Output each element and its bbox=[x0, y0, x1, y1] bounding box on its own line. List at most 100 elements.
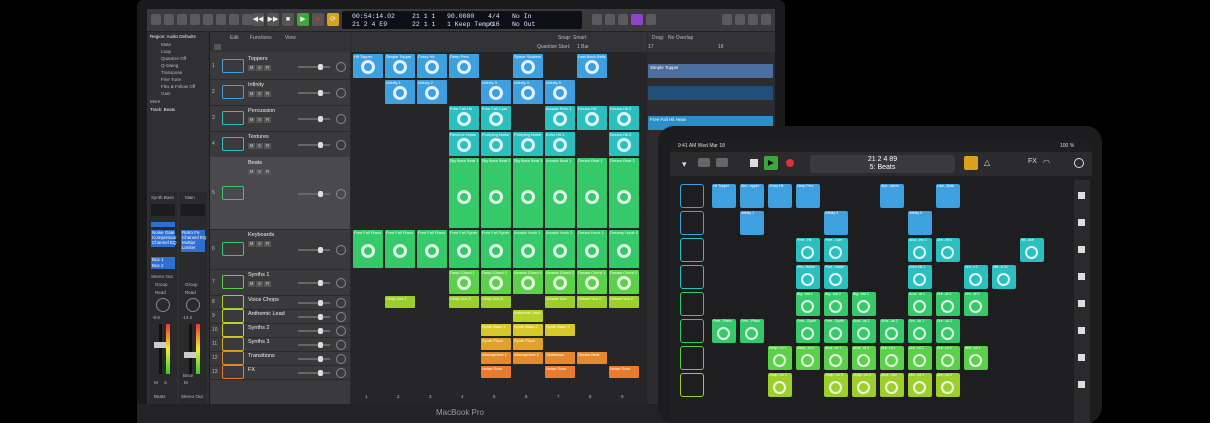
solo-button[interactable]: S bbox=[256, 281, 263, 287]
clip-cell[interactable]: Dre...ox 1 bbox=[908, 373, 932, 397]
slider-handle[interactable] bbox=[318, 280, 323, 286]
track-header[interactable]: Track: Beats bbox=[150, 107, 175, 112]
record-enable-button[interactable]: R bbox=[264, 169, 271, 175]
track-header-row[interactable]: 6 Keyboards M S R bbox=[210, 229, 350, 270]
pan-knob[interactable] bbox=[336, 278, 346, 288]
clip-cell[interactable]: Arcade Vox bbox=[545, 296, 575, 308]
clip-cell[interactable]: Dream Vox 2 bbox=[609, 296, 639, 308]
clip-cell[interactable]: Synth Pluck bbox=[481, 338, 511, 350]
bounce-button[interactable]: Bnce bbox=[183, 373, 193, 378]
scene-trigger[interactable]: 2 bbox=[397, 394, 400, 399]
scene-trigger[interactable]: 5 bbox=[493, 394, 496, 399]
scene-trigger-icon[interactable] bbox=[1078, 300, 1085, 307]
slider-handle[interactable] bbox=[318, 342, 323, 348]
scene-trigger[interactable]: 6 bbox=[525, 394, 528, 399]
clip-cell[interactable]: Big Bass Beat 3 bbox=[513, 158, 543, 228]
clip-cell[interactable]: Dre...t 2 bbox=[964, 265, 988, 289]
pan-knob[interactable] bbox=[336, 140, 346, 150]
clip-cell[interactable]: Infinity 2 bbox=[417, 80, 447, 104]
clip-cell[interactable]: Free...Piano bbox=[740, 319, 764, 343]
clip-cell[interactable]: Atmosphere 2 bbox=[513, 352, 543, 364]
add-track-icon[interactable] bbox=[214, 44, 221, 50]
scene-trigger[interactable]: 4 bbox=[461, 394, 464, 399]
clip-cell[interactable]: Synth Pluck bbox=[513, 338, 543, 350]
clip-cell[interactable]: Deep Perc bbox=[449, 54, 479, 78]
volume-slider[interactable] bbox=[298, 342, 330, 348]
clip-cell[interactable]: Deep Chord 1 bbox=[449, 270, 479, 294]
clip-cell[interactable]: Chop Vox 4 bbox=[481, 296, 511, 308]
clip-cell[interactable]: Free Fall Hit bbox=[449, 106, 479, 130]
clip-cell[interactable]: Infinity 5 bbox=[545, 80, 575, 104]
metronome-icon[interactable]: △ bbox=[984, 158, 990, 167]
solo-button[interactable]: S bbox=[164, 380, 167, 385]
clip-cell[interactable]: Arcade Chord 2 bbox=[545, 270, 575, 294]
loops-icon[interactable] bbox=[748, 14, 758, 25]
solo-button[interactable]: S bbox=[256, 143, 263, 149]
clip-cell[interactable]: Noise Riser bbox=[545, 366, 575, 378]
instrument-icon[interactable] bbox=[680, 265, 704, 289]
clip-cell[interactable]: Infinity 1 bbox=[740, 211, 764, 235]
solo-button[interactable]: S bbox=[256, 65, 263, 71]
volume-slider[interactable] bbox=[298, 370, 330, 376]
eq-thumbnail[interactable] bbox=[151, 204, 175, 216]
clip-cell[interactable]: Dreamy Hook 2 bbox=[609, 230, 639, 268]
clip-cell[interactable]: Chop...ox 3 bbox=[824, 373, 848, 397]
instrument-icon[interactable] bbox=[680, 238, 704, 262]
mute-button[interactable]: M bbox=[248, 241, 255, 247]
scene-trigger[interactable]: 9 bbox=[621, 394, 624, 399]
output-slot[interactable]: Stereo Out bbox=[151, 274, 173, 279]
clip-cell[interactable]: Big...eat 3 bbox=[852, 292, 876, 316]
instrument-icon[interactable] bbox=[680, 184, 704, 208]
settings-icon[interactable] bbox=[1074, 158, 1084, 168]
automation-mode[interactable]: Read bbox=[185, 290, 196, 295]
scene-trigger-icon[interactable] bbox=[1078, 273, 1085, 280]
record-enable-button[interactable]: R bbox=[264, 281, 271, 287]
clip-cell[interactable]: Big...eat 2 bbox=[824, 292, 848, 316]
clip-cell[interactable]: Dre...at 1 bbox=[936, 292, 960, 316]
mute-button[interactable]: M bbox=[248, 65, 255, 71]
record-enable-button[interactable]: R bbox=[264, 65, 271, 71]
functions-menu[interactable]: Functions bbox=[250, 35, 272, 41]
clip-cell[interactable]: Dream Hook 1 bbox=[577, 230, 607, 268]
clip-cell[interactable]: Arca...ok 1 bbox=[852, 319, 876, 343]
record-enable-button[interactable]: R bbox=[264, 241, 271, 247]
clip-cell[interactable]: Arca...ok 2 bbox=[880, 319, 904, 343]
mixer-icon[interactable] bbox=[216, 14, 226, 25]
mute-button[interactable]: M bbox=[184, 380, 188, 385]
volume-icon[interactable] bbox=[646, 14, 656, 25]
clip-cell[interactable]: Dream Chord 2 bbox=[609, 270, 639, 294]
region-header[interactable]: Region: Audio Defaults bbox=[150, 34, 196, 39]
clip-cell[interactable]: Dre...rd 3 bbox=[936, 346, 960, 370]
clip-cell[interactable]: Hit Topper bbox=[712, 184, 736, 208]
volume-slider[interactable] bbox=[298, 116, 330, 122]
volume-slider[interactable] bbox=[298, 247, 330, 253]
scissors-icon[interactable] bbox=[242, 14, 252, 25]
view-icon[interactable] bbox=[698, 158, 710, 167]
record-enable-button[interactable]: R bbox=[264, 91, 271, 97]
clip-cell[interactable]: Atmosphere 1 bbox=[481, 352, 511, 364]
metronome-icon[interactable] bbox=[605, 14, 615, 25]
slider-handle[interactable] bbox=[318, 116, 323, 122]
clip-cell[interactable]: Arcade Hook 2 bbox=[545, 230, 575, 268]
solo-button[interactable]: S bbox=[256, 117, 263, 123]
quantize-select[interactable]: 1 Bar bbox=[577, 44, 589, 50]
clip-cell[interactable]: Arca...erc 1 bbox=[908, 238, 932, 262]
clip-cell[interactable]: Pumping Noise bbox=[513, 132, 543, 156]
clip-cell[interactable]: Infinity 3 bbox=[824, 211, 848, 235]
clip-cell[interactable]: Infinity 4 bbox=[513, 80, 543, 104]
volume-slider[interactable] bbox=[298, 90, 330, 96]
library-icon[interactable] bbox=[151, 14, 161, 25]
clip-cell[interactable]: Dream Hit 2 bbox=[609, 132, 639, 156]
region[interactable] bbox=[648, 86, 773, 100]
clip-cell[interactable]: Rev...Noise bbox=[796, 265, 820, 289]
solo-button[interactable]: S bbox=[256, 169, 263, 175]
clip-cell[interactable]: Arca...rd 2 bbox=[852, 346, 876, 370]
clip-cell[interactable]: Free Fall Cym bbox=[481, 106, 511, 130]
slider-handle[interactable] bbox=[318, 247, 323, 253]
more-toggle[interactable]: More bbox=[150, 99, 160, 104]
clip-cell[interactable]: Echo Hit 1 bbox=[908, 265, 932, 289]
clip-cell[interactable]: Chop Vox 1 bbox=[385, 296, 415, 308]
instrument-icon[interactable] bbox=[680, 373, 704, 397]
slider-handle[interactable] bbox=[318, 328, 323, 334]
record-enable-button[interactable]: R bbox=[264, 143, 271, 149]
